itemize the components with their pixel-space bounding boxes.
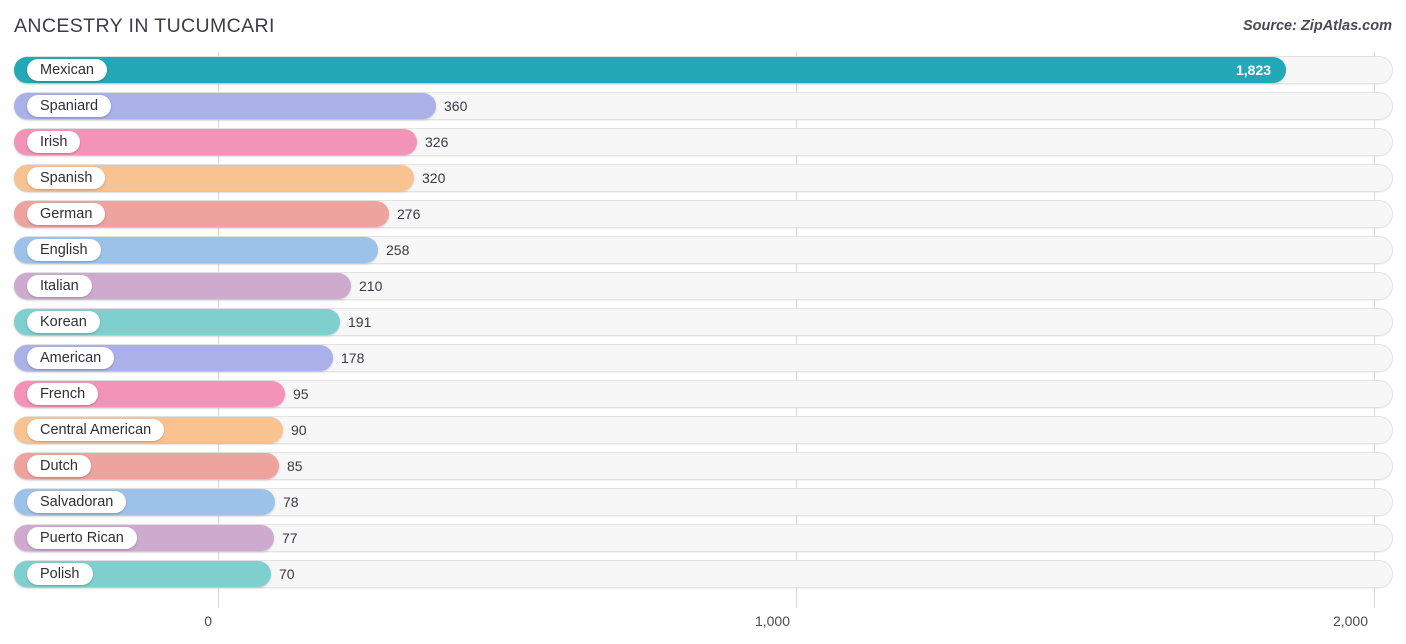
- bar-value-label: 276: [397, 206, 421, 222]
- bar-category-label: Spaniard: [27, 95, 112, 117]
- bar-row[interactable]: English 258: [0, 232, 1406, 268]
- bar-row[interactable]: Mexican 1,823: [0, 52, 1406, 88]
- bar-row[interactable]: Central American 90: [0, 412, 1406, 448]
- bar-value-label: 78: [283, 494, 299, 510]
- bar-category-label: Mexican: [27, 59, 107, 81]
- bar-row[interactable]: Salvadoran 78: [0, 484, 1406, 520]
- bar-value-label: 70: [279, 566, 295, 582]
- bar-category-label: Polish: [27, 563, 93, 585]
- bar-category-label: Central American: [27, 419, 165, 441]
- bar-value-label: 326: [425, 134, 449, 150]
- source-attribution: Source: ZipAtlas.com: [1242, 18, 1392, 34]
- bar-fill[interactable]: [14, 57, 1286, 83]
- bar-row[interactable]: German 276: [0, 196, 1406, 232]
- bar-row[interactable]: Spanish 320: [0, 160, 1406, 196]
- bar-category-label: French: [27, 383, 99, 405]
- bar-value-label: 95: [293, 386, 309, 402]
- bar-category-label: Salvadoran: [27, 491, 127, 513]
- page-title: ANCESTRY IN TUCUMCARI: [14, 15, 275, 37]
- bar-value-label: 191: [348, 314, 372, 330]
- bar-category-label: Spanish: [27, 167, 106, 189]
- bar-category-label: Italian: [27, 275, 92, 297]
- bar-value-label: 320: [422, 170, 446, 186]
- bar-category-label: American: [27, 347, 115, 369]
- bar-value-label: 258: [386, 242, 410, 258]
- bar-value-label: 210: [359, 278, 383, 294]
- bar-category-label: Dutch: [27, 455, 91, 477]
- bar-category-label: English: [27, 239, 101, 261]
- axis-tick-label: 0: [204, 613, 212, 629]
- bar-rows: Mexican 1,823 Spaniard 360 Irish 326 Spanish 32…: [0, 52, 1406, 592]
- bar-row[interactable]: Polish 70: [0, 556, 1406, 592]
- bar-category-label: Korean: [27, 311, 100, 333]
- bar-value-label: 178: [341, 350, 365, 366]
- bar-row[interactable]: Italian 210: [0, 268, 1406, 304]
- bar-value-label: 360: [444, 98, 468, 114]
- bar-row[interactable]: Korean 191: [0, 304, 1406, 340]
- chart-header: ANCESTRY IN TUCUMCARI Source: ZipAtlas.c…: [0, 0, 1406, 52]
- bar-value-label: 85: [287, 458, 303, 474]
- bar-row[interactable]: Dutch 85: [0, 448, 1406, 484]
- bar-row[interactable]: Irish 326: [0, 124, 1406, 160]
- bar-row[interactable]: Puerto Rican 77: [0, 520, 1406, 556]
- x-axis: 0 1,000 2,000: [0, 608, 1406, 644]
- bar-category-label: Puerto Rican: [27, 527, 137, 549]
- bar-value-label: 90: [291, 422, 307, 438]
- bar-row[interactable]: Spaniard 360: [0, 88, 1406, 124]
- bar-value-label: 1,823: [1236, 62, 1272, 78]
- bar-row[interactable]: American 178: [0, 340, 1406, 376]
- bar-category-label: German: [27, 203, 106, 225]
- axis-tick-label: 2,000: [1332, 613, 1368, 629]
- chart-plot-area: Mexican 1,823 Spaniard 360 Irish 326 Spanish 32…: [0, 52, 1406, 608]
- axis-tick-label: 1,000: [754, 613, 790, 629]
- bar-value-label: 77: [282, 530, 298, 546]
- bar-category-label: Irish: [27, 131, 81, 153]
- bar-row[interactable]: French 95: [0, 376, 1406, 412]
